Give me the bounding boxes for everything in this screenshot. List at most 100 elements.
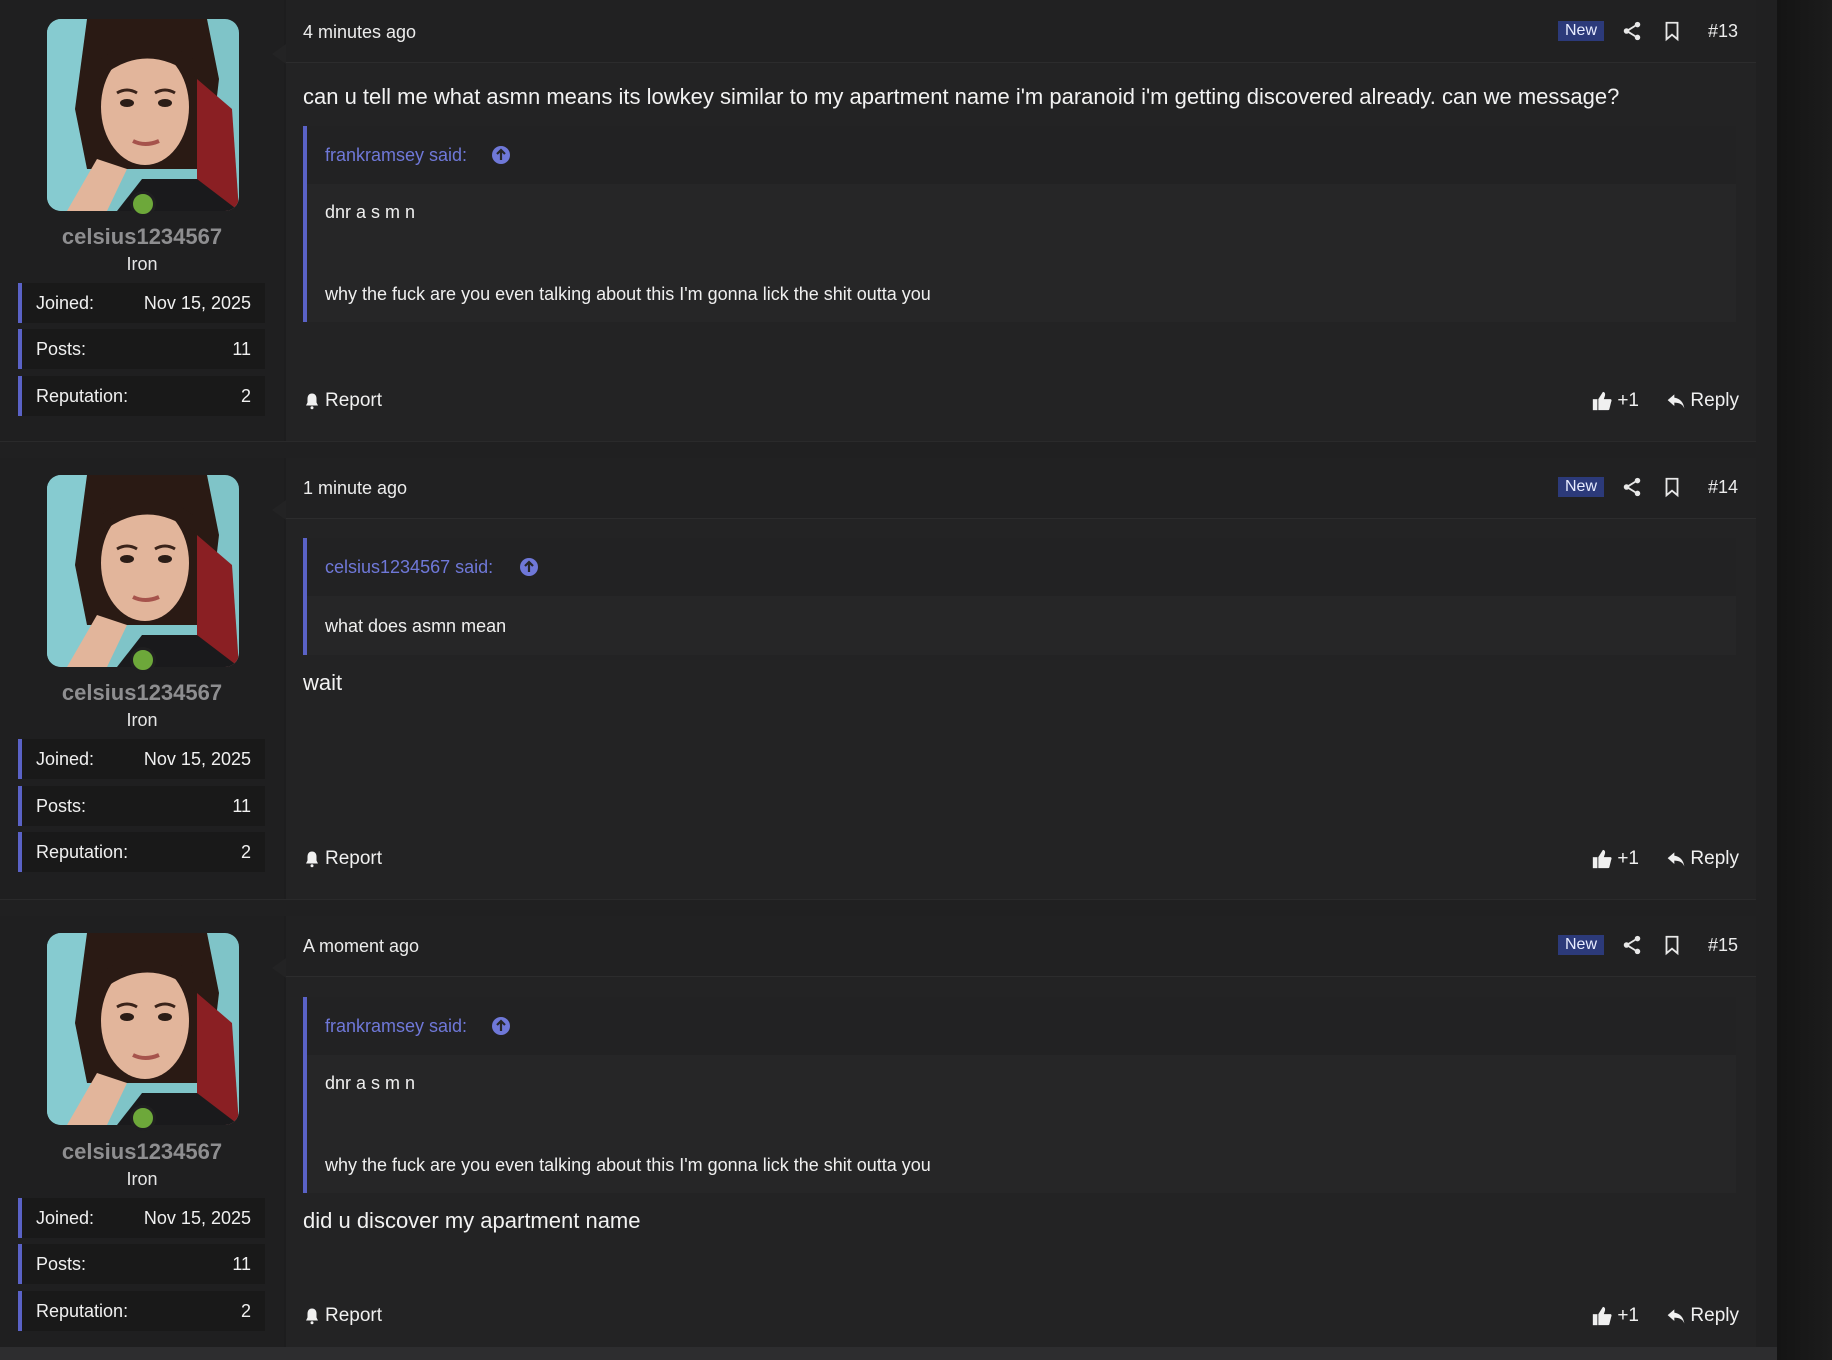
avatar[interactable] — [47, 933, 239, 1125]
stat-value: 2 — [240, 842, 251, 862]
username[interactable]: celsius1234567 — [0, 224, 284, 250]
reply-button[interactable]: Reply — [1666, 1305, 1739, 1327]
post-user-panel: celsius1234567 Iron Joined: Nov 15, 2025… — [0, 458, 284, 899]
post-number-link[interactable]: #13 — [1708, 21, 1738, 42]
quote-author-link[interactable]: frankramsey said: — [325, 1016, 467, 1037]
stat-value: Nov 15, 2025 — [143, 1208, 251, 1228]
stat-reputation: Reputation: 2 — [18, 832, 265, 872]
new-badge: New — [1558, 21, 1605, 41]
post-user-panel: celsius1234567 Iron Joined: Nov 15, 2025… — [0, 0, 284, 441]
stat-joined: Joined: Nov 15, 2025 — [18, 283, 265, 323]
quote-line: dnr a s m n — [325, 202, 416, 222]
post-number-link[interactable]: #14 — [1708, 477, 1738, 498]
post-main: 1 minute ago New #14 celsius1234567 said… — [286, 458, 1756, 899]
online-status-dot — [130, 1105, 156, 1131]
post-header: A moment ago New #15 — [286, 916, 1756, 977]
post-pointer-arrow — [272, 500, 286, 520]
reply-label: Reply — [1690, 390, 1739, 411]
user-rank: Iron — [126, 254, 158, 274]
stat-value: 11 — [232, 1254, 251, 1274]
bookmark-icon[interactable] — [1661, 476, 1683, 498]
stat-posts: Posts: 11 — [18, 786, 265, 826]
report-button[interactable]: Report — [303, 1305, 382, 1327]
reply-label: Reply — [1690, 1305, 1739, 1326]
bookmark-icon[interactable] — [1661, 934, 1683, 956]
quote-header: frankramsey said: — [307, 126, 1736, 184]
bookmark-icon[interactable] — [1661, 20, 1683, 42]
post-main: 4 minutes ago New #13 can u tell me what… — [286, 0, 1756, 441]
report-label: Report — [325, 390, 383, 411]
post-timestamp[interactable]: A moment ago — [303, 936, 419, 957]
report-button[interactable]: Report — [303, 848, 382, 870]
post-header: 4 minutes ago New #13 — [286, 0, 1756, 63]
post-number-link[interactable]: #15 — [1708, 935, 1738, 956]
stat-label: Posts: — [36, 1254, 87, 1274]
post-pointer-arrow — [272, 44, 286, 64]
stat-label: Joined: — [36, 293, 95, 313]
stat-reputation: Reputation: 2 — [18, 376, 265, 416]
quote-author-link[interactable]: frankramsey said: — [325, 145, 467, 166]
avatar-portrait-image — [47, 475, 239, 667]
stat-value: 11 — [232, 796, 251, 816]
arrow-up-circle-icon[interactable] — [491, 1016, 511, 1036]
stat-value: 11 — [232, 339, 251, 359]
post-timestamp[interactable]: 1 minute ago — [303, 478, 407, 499]
bell-icon — [306, 1308, 318, 1325]
quote-line: why the fuck are you even talking about … — [325, 284, 931, 304]
stat-value: Nov 15, 2025 — [143, 293, 251, 313]
post-footer: Report +1 Reply — [303, 1305, 1739, 1335]
post-footer: Report +1 Reply — [303, 848, 1739, 878]
username[interactable]: celsius1234567 — [0, 1139, 284, 1165]
stat-reputation: Reputation: 2 — [18, 1291, 265, 1331]
share-icon[interactable] — [1621, 20, 1643, 42]
thumbs-up-icon — [1593, 391, 1612, 411]
bell-icon — [306, 393, 318, 410]
forum-post: celsius1234567 Iron Joined: Nov 15, 2025… — [0, 458, 1756, 900]
quote-line: why the fuck are you even talking about … — [325, 1155, 931, 1175]
stat-label: Joined: — [36, 1208, 95, 1228]
quote-block: celsius1234567 said: what does asmn mean — [303, 538, 1736, 655]
avatar-portrait-image — [47, 19, 239, 211]
reply-arrow-icon — [1668, 852, 1685, 867]
arrow-up-circle-icon[interactable] — [519, 557, 539, 577]
like-button[interactable]: +1 — [1591, 1305, 1639, 1327]
reply-arrow-icon — [1668, 394, 1685, 409]
post-body-text: can u tell me what asmn means its lowkey… — [303, 84, 1620, 109]
post-pointer-arrow — [272, 958, 286, 978]
stat-label: Reputation: — [36, 1301, 129, 1321]
username[interactable]: celsius1234567 — [0, 680, 284, 706]
stat-joined: Joined: Nov 15, 2025 — [18, 739, 265, 779]
post-timestamp[interactable]: 4 minutes ago — [303, 22, 416, 43]
arrow-up-circle-icon[interactable] — [491, 145, 511, 165]
thumbs-up-icon — [1593, 1306, 1612, 1326]
share-icon[interactable] — [1621, 476, 1643, 498]
reply-arrow-icon — [1668, 1309, 1685, 1324]
new-badge: New — [1558, 477, 1605, 497]
stat-posts: Posts: 11 — [18, 329, 265, 369]
avatar[interactable] — [47, 19, 239, 211]
quote-block: frankramsey said: dnr a s m n why the fu… — [303, 997, 1736, 1193]
report-button[interactable]: Report — [303, 390, 382, 412]
new-badge: New — [1558, 935, 1605, 955]
reply-button[interactable]: Reply — [1666, 390, 1739, 412]
horizontal-scrollbar[interactable] — [0, 1347, 1777, 1360]
stat-value: 2 — [240, 1301, 251, 1321]
stat-label: Joined: — [36, 749, 95, 769]
forum-post: celsius1234567 Iron Joined: Nov 15, 2025… — [0, 916, 1756, 1348]
bell-icon — [306, 851, 318, 868]
post-body-text: wait — [303, 670, 343, 695]
user-rank: Iron — [126, 1169, 158, 1189]
forum-thread-page: celsius1234567 Iron Joined: Nov 15, 2025… — [0, 0, 1832, 1360]
quote-line: what does asmn mean — [325, 616, 507, 636]
like-button[interactable]: +1 — [1591, 390, 1639, 412]
stat-label: Posts: — [36, 339, 87, 359]
reply-button[interactable]: Reply — [1666, 848, 1739, 870]
avatar[interactable] — [47, 475, 239, 667]
online-status-dot — [130, 191, 156, 217]
quote-line: dnr a s m n — [325, 1073, 416, 1093]
stat-label: Reputation: — [36, 386, 129, 406]
quote-author-link[interactable]: celsius1234567 said: — [325, 557, 493, 578]
like-button[interactable]: +1 — [1591, 848, 1639, 870]
share-icon[interactable] — [1621, 934, 1643, 956]
online-status-dot — [130, 647, 156, 673]
